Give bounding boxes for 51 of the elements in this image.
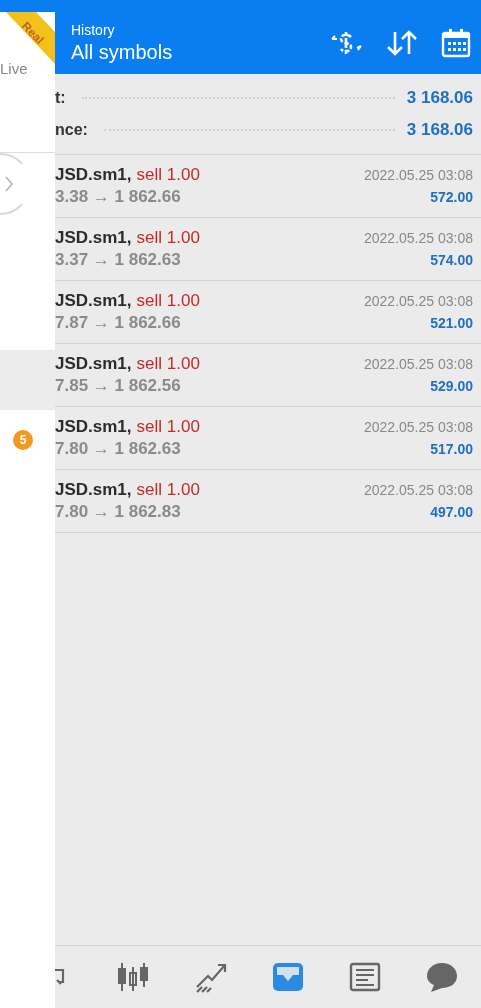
deal-action: sell 1.00 <box>136 165 200 185</box>
deal-time: 2022.05.25 03:08 <box>364 167 473 183</box>
screen-title[interactable]: All symbols <box>71 41 307 64</box>
deal-action: sell 1.00 <box>136 228 200 248</box>
deal-profit: 521.00 <box>430 315 473 331</box>
candlestick-icon[interactable] <box>116 961 151 993</box>
summary-label: nce: <box>55 121 88 139</box>
chat-bubble-icon[interactable] <box>425 961 460 993</box>
count-badge: 5 <box>13 430 33 450</box>
deal-symbol: JSD.sm1, <box>55 417 132 437</box>
deal-profit: 529.00 <box>430 378 473 394</box>
deal-row[interactable]: JSD.sm1, sell 1.00 2022.05.25 03:08 3.37 → 1 862.63 574.00 <box>55 218 481 281</box>
summary-label: t: <box>55 89 66 107</box>
deal-row[interactable]: JSD.sm1, sell 1.00 2022.05.25 03:08 7.80 → 1 862.83 497.00 <box>55 470 481 533</box>
calendar-icon[interactable] <box>441 28 471 58</box>
deal-time: 2022.05.25 03:08 <box>364 230 473 246</box>
deal-symbol: JSD.sm1, <box>55 165 132 185</box>
summary-value: 3 168.06 <box>406 120 473 140</box>
deal-prices: 7.80 → 1 862.83 <box>55 502 181 522</box>
deal-prices: 7.87 → 1 862.66 <box>55 313 181 333</box>
deal-symbol: JSD.sm1, <box>55 480 132 500</box>
deal-action: sell 1.00 <box>136 417 200 437</box>
deal-time: 2022.05.25 03:08 <box>364 356 473 372</box>
summary-value: 3 168.06 <box>406 88 473 108</box>
deal-symbol: JSD.sm1, <box>55 291 132 311</box>
deal-time: 2022.05.25 03:08 <box>364 419 473 435</box>
deal-row[interactable]: JSD.sm1, sell 1.00 2022.05.25 03:08 7.87 → 1 862.66 521.00 <box>55 281 481 344</box>
currency-exchange-icon[interactable] <box>329 30 363 56</box>
deal-prices: 3.37 → 1 862.63 <box>55 250 181 270</box>
deal-action: sell 1.00 <box>136 354 200 374</box>
deal-prices: 3.38 → 1 862.66 <box>55 187 181 207</box>
deal-symbol: JSD.sm1, <box>55 354 132 374</box>
sort-icon[interactable] <box>385 29 419 57</box>
deal-time: 2022.05.25 03:08 <box>364 293 473 309</box>
deal-profit: 497.00 <box>430 504 473 520</box>
deal-row[interactable]: JSD.sm1, sell 1.00 2022.05.25 03:08 3.38 → 1 862.66 572.00 <box>55 155 481 218</box>
deal-prices: 7.80 → 1 862.63 <box>55 439 181 459</box>
deal-prices: 7.85 → 1 862.56 <box>55 376 181 396</box>
deal-action: sell 1.00 <box>136 480 200 500</box>
account-type: Live <box>0 60 28 77</box>
deal-row[interactable]: JSD.sm1, sell 1.00 2022.05.25 03:08 7.85 → 1 862.56 529.00 <box>55 344 481 407</box>
deal-profit: 574.00 <box>430 252 473 268</box>
screen-subtitle: History <box>71 22 116 38</box>
deal-symbol: JSD.sm1, <box>55 228 132 248</box>
deal-row[interactable]: JSD.sm1, sell 1.00 2022.05.25 03:08 7.80 → 1 862.63 517.00 <box>55 407 481 470</box>
inbox-icon[interactable] <box>270 961 305 993</box>
deal-profit: 572.00 <box>430 189 473 205</box>
deal-profit: 517.00 <box>430 441 473 457</box>
deal-action: sell 1.00 <box>136 291 200 311</box>
deal-time: 2022.05.25 03:08 <box>364 482 473 498</box>
newspaper-icon[interactable] <box>348 961 383 993</box>
